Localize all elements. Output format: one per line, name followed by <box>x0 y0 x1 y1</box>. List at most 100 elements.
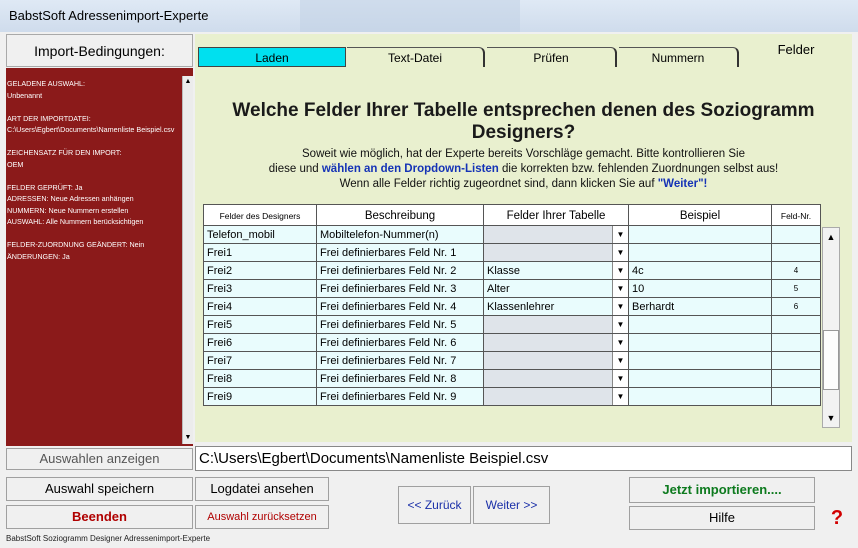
description-cell: Frei definierbares Feld Nr. 5 <box>317 316 484 334</box>
dropdown-arrow-icon[interactable]: ▼ <box>612 334 628 351</box>
exit-button[interactable]: Beenden <box>6 505 193 529</box>
table-field-select-cell[interactable]: ▼ <box>484 352 629 370</box>
import-conditions-text[interactable]: GELADENE AUSWAHL: Unbenannt ART DER IMPO… <box>7 78 179 443</box>
table-field-select-cell[interactable]: Klassenlehrer ▼ <box>484 298 629 316</box>
save-selection-button[interactable]: Auswahl speichern <box>6 477 193 501</box>
scroll-down-icon[interactable]: ▼ <box>183 432 193 444</box>
example-cell <box>629 316 772 334</box>
dropdown-arrow-icon[interactable]: ▼ <box>612 262 628 279</box>
example-cell <box>629 388 772 406</box>
designer-field-cell: Frei6 <box>203 334 317 352</box>
instructions: Soweit wie möglich, hat der Experte bere… <box>195 147 852 192</box>
instructions-line-3: Wenn alle Felder richtig zugeordnet sind… <box>339 178 708 190</box>
help-button[interactable]: Hilfe <box>629 506 815 530</box>
dropdown-arrow-icon[interactable]: ▼ <box>612 388 628 405</box>
designer-field-cell: Frei7 <box>203 352 317 370</box>
column-header-field-no: Feld-Nr. <box>772 204 821 226</box>
column-header-description: Beschreibung <box>317 204 484 226</box>
table-field-select-cell[interactable]: Alter ▼ <box>484 280 629 298</box>
dropdown-arrow-icon[interactable]: ▼ <box>612 298 628 315</box>
field-no-cell: 4 <box>772 262 821 280</box>
description-cell: Frei definierbares Feld Nr. 1 <box>317 244 484 262</box>
dropdown-arrow-icon[interactable]: ▼ <box>612 352 628 369</box>
table-scrollbar[interactable]: ▲ ▼ <box>822 227 840 428</box>
table-field-select-cell[interactable]: Klasse ▼ <box>484 262 629 280</box>
tab-pruefen[interactable]: Prüfen <box>487 47 617 67</box>
description-cell: Frei definierbares Feld Nr. 6 <box>317 334 484 352</box>
tab-text-datei[interactable]: Text-Datei <box>347 47 485 67</box>
scroll-down-icon[interactable]: ▼ <box>823 409 839 427</box>
column-header-designer-fields: Felder des Designers <box>203 204 317 226</box>
window-title: BabstSoft Adressenimport-Experte <box>9 8 209 23</box>
view-log-button[interactable]: Logdatei ansehen <box>195 477 329 501</box>
table-field-select-cell[interactable]: ▼ <box>484 388 629 406</box>
dropdown-arrow-icon[interactable]: ▼ <box>612 280 628 297</box>
designer-field-cell: Frei1 <box>203 244 317 262</box>
instructions-line-1: Soweit wie möglich, hat der Experte bere… <box>302 148 745 160</box>
example-cell: 4c <box>629 262 772 280</box>
field-no-cell: 6 <box>772 298 821 316</box>
dropdown-arrow-icon[interactable]: ▼ <box>612 316 628 333</box>
dropdown-arrow-icon[interactable]: ▼ <box>612 244 628 261</box>
import-conditions-header: Import-Bedingungen: <box>6 34 193 67</box>
description-cell: Frei definierbares Feld Nr. 7 <box>317 352 484 370</box>
example-cell <box>629 352 772 370</box>
example-cell <box>629 226 772 244</box>
fields-panel: Laden Text-Datei Prüfen Nummern Felder W… <box>195 34 852 442</box>
wizard-tabs: Laden Text-Datei Prüfen Nummern Felder <box>195 34 852 67</box>
import-now-button[interactable]: Jetzt importieren.... <box>629 477 815 503</box>
description-cell: Frei definierbares Feld Nr. 9 <box>317 388 484 406</box>
description-cell: Mobiltelefon-Nummer(n) <box>317 226 484 244</box>
instructions-line-2: diese und wählen an den Dropdown-Listen … <box>268 163 779 175</box>
table-field-select-cell[interactable]: ▼ <box>484 226 629 244</box>
designer-field-cell: Frei4 <box>203 298 317 316</box>
designer-field-cell: Telefon_mobil <box>203 226 317 244</box>
description-cell: Frei definierbares Feld Nr. 2 <box>317 262 484 280</box>
table-field-select-cell[interactable]: ▼ <box>484 244 629 262</box>
designer-field-cell: Frei2 <box>203 262 317 280</box>
designer-field-cell: Frei3 <box>203 280 317 298</box>
field-no-cell <box>772 352 821 370</box>
example-cell: 10 <box>629 280 772 298</box>
table-field-select-cell[interactable]: ▼ <box>484 316 629 334</box>
field-no-cell <box>772 226 821 244</box>
example-cell <box>629 334 772 352</box>
scroll-thumb[interactable] <box>823 330 839 390</box>
field-no-cell <box>772 334 821 352</box>
dropdown-arrow-icon[interactable]: ▼ <box>612 370 628 387</box>
import-file-path[interactable]: C:\Users\Egbert\Documents\Namenliste Bei… <box>195 446 852 471</box>
scroll-up-icon[interactable]: ▲ <box>823 228 839 246</box>
field-no-cell <box>772 244 821 262</box>
import-conditions-scrollbar[interactable]: ▲ ▼ <box>182 76 193 444</box>
example-cell <box>629 370 772 388</box>
field-no-cell: 5 <box>772 280 821 298</box>
next-button[interactable]: Weiter >> <box>473 486 550 524</box>
description-cell: Frei definierbares Feld Nr. 3 <box>317 280 484 298</box>
field-no-cell <box>772 316 821 334</box>
scroll-up-icon[interactable]: ▲ <box>183 76 193 88</box>
description-cell: Frei definierbares Feld Nr. 8 <box>317 370 484 388</box>
dropdown-arrow-icon[interactable]: ▼ <box>612 226 628 243</box>
question-mark-icon[interactable]: ? <box>822 505 852 531</box>
table-field-select-cell[interactable]: ▼ <box>484 334 629 352</box>
title-bar: BabstSoft Adressenimport-Experte <box>0 0 858 32</box>
tab-felder[interactable]: Felder <box>743 37 849 67</box>
back-button[interactable]: << Zurück <box>398 486 471 524</box>
import-conditions-panel: GELADENE AUSWAHL: Unbenannt ART DER IMPO… <box>6 68 193 446</box>
tab-laden[interactable]: Laden <box>198 47 346 67</box>
designer-field-cell: Frei8 <box>203 370 317 388</box>
page-title: Welche Felder Ihrer Tabelle entsprechen … <box>232 100 815 143</box>
description-cell: Frei definierbares Feld Nr. 4 <box>317 298 484 316</box>
reset-selection-button[interactable]: Auswahl zurücksetzen <box>195 505 329 529</box>
designer-field-cell: Frei5 <box>203 316 317 334</box>
example-cell: Berhardt <box>629 298 772 316</box>
title-bar-decoration <box>300 0 520 32</box>
designer-field-cell: Frei9 <box>203 388 317 406</box>
table-field-select-cell[interactable]: ▼ <box>484 370 629 388</box>
field-no-cell <box>772 388 821 406</box>
example-cell <box>629 244 772 262</box>
column-header-example: Beispiel <box>629 204 772 226</box>
show-selection-button[interactable]: Auswahlen anzeigen <box>6 448 193 470</box>
field-no-cell <box>772 370 821 388</box>
tab-nummern[interactable]: Nummern <box>619 47 739 67</box>
